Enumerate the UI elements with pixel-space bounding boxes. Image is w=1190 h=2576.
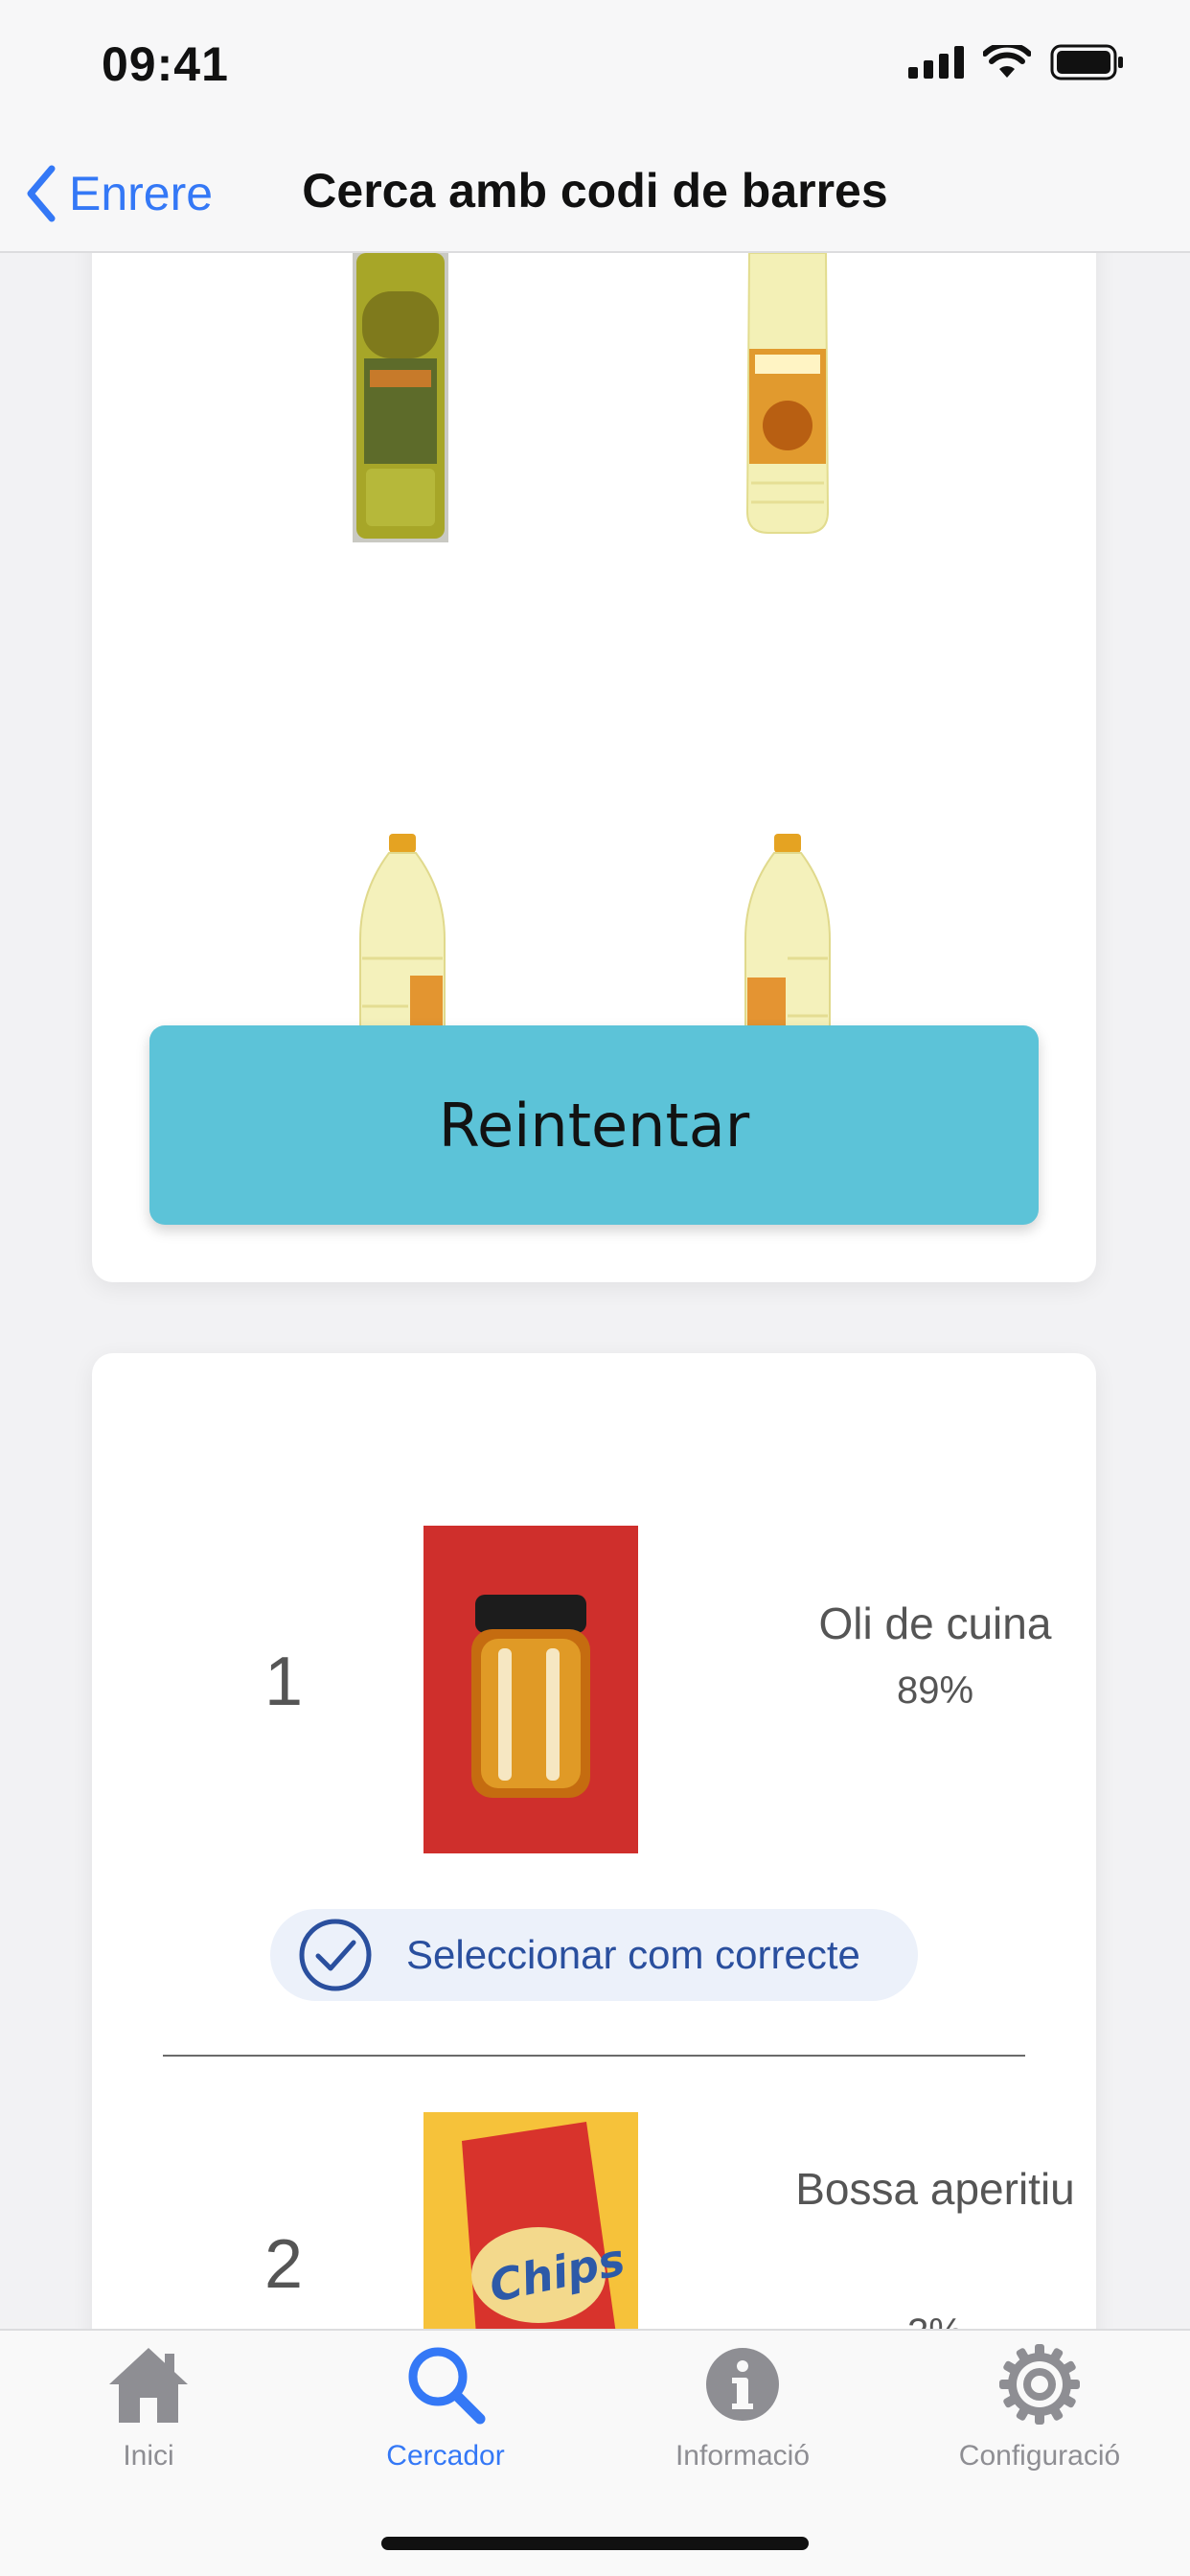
- photo-card: Reintentar: [92, 253, 1096, 1282]
- tab-cercador[interactable]: Cercador: [297, 2342, 594, 2472]
- house-icon: [109, 2348, 188, 2423]
- gear-icon: [999, 2344, 1080, 2425]
- retry-button[interactable]: Reintentar: [149, 1025, 1039, 1225]
- tab-configuracio[interactable]: Configuració: [891, 2342, 1188, 2472]
- page-title: Cerca amb codi de barres: [302, 164, 888, 218]
- home-indicator[interactable]: [381, 2537, 809, 2550]
- cellular-signal-icon: [908, 46, 964, 79]
- tab-informacio[interactable]: Informació: [594, 2342, 891, 2472]
- result-rank: 1: [263, 1644, 304, 1720]
- select-correct-label: Seleccionar com correcte: [406, 1932, 860, 1977]
- result-photo-cooking-oil-jar: [423, 1526, 638, 1853]
- result-confidence: 3%: [705, 2312, 1165, 2329]
- info-icon: [706, 2348, 779, 2421]
- result-name: Oli de cuina: [818, 1598, 1052, 1648]
- product-photo-sunflower-oil-front: [745, 253, 830, 534]
- tab-inici[interactable]: Inici: [0, 2342, 297, 2472]
- status-time: 09:41: [102, 37, 229, 91]
- result-confidence: 89%: [896, 1669, 974, 1712]
- select-correct-button[interactable]: Seleccionar com correcte: [270, 1909, 918, 2001]
- result-rank: 2: [263, 2226, 304, 2303]
- status-icons: [908, 44, 1125, 80]
- result-divider: [163, 2055, 1025, 2057]
- tab-label: Cercador: [386, 2440, 505, 2472]
- product-photo-olive-oil: [353, 253, 448, 542]
- navigation-bar: Enrere Cerca amb codi de barres: [0, 134, 1190, 253]
- status-bar: 09:41: [0, 0, 1190, 134]
- scroll-content[interactable]: Reintentar 1 Oli de cuina 89% Selecciona…: [0, 253, 1190, 2329]
- result-name: Bossa aperitiu: [795, 2164, 1075, 2214]
- tab-label: Informació: [675, 2440, 811, 2472]
- checkmark-circle-icon: [299, 1919, 372, 1991]
- result-photo-chips-bag: Chips: [423, 2112, 638, 2329]
- wifi-icon: [983, 45, 1031, 78]
- tab-label: Configuració: [958, 2440, 1121, 2472]
- magnifier-icon: [408, 2347, 486, 2425]
- results-card: 1 Oli de cuina 89% Seleccionar com corre…: [92, 1353, 1096, 2329]
- tab-label: Inici: [123, 2440, 174, 2472]
- battery-icon: [1050, 44, 1123, 80]
